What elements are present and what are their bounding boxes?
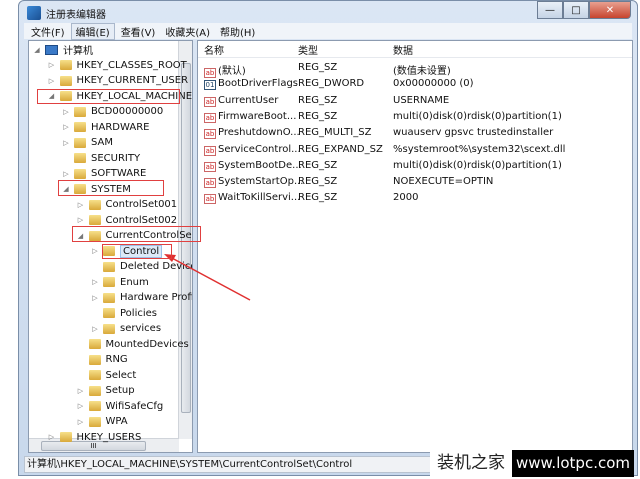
arrow-line bbox=[169, 256, 251, 301]
highlight-box bbox=[37, 89, 180, 104]
highlight-box bbox=[102, 244, 172, 259]
highlight-box bbox=[72, 226, 201, 242]
highlight-box bbox=[58, 180, 164, 196]
